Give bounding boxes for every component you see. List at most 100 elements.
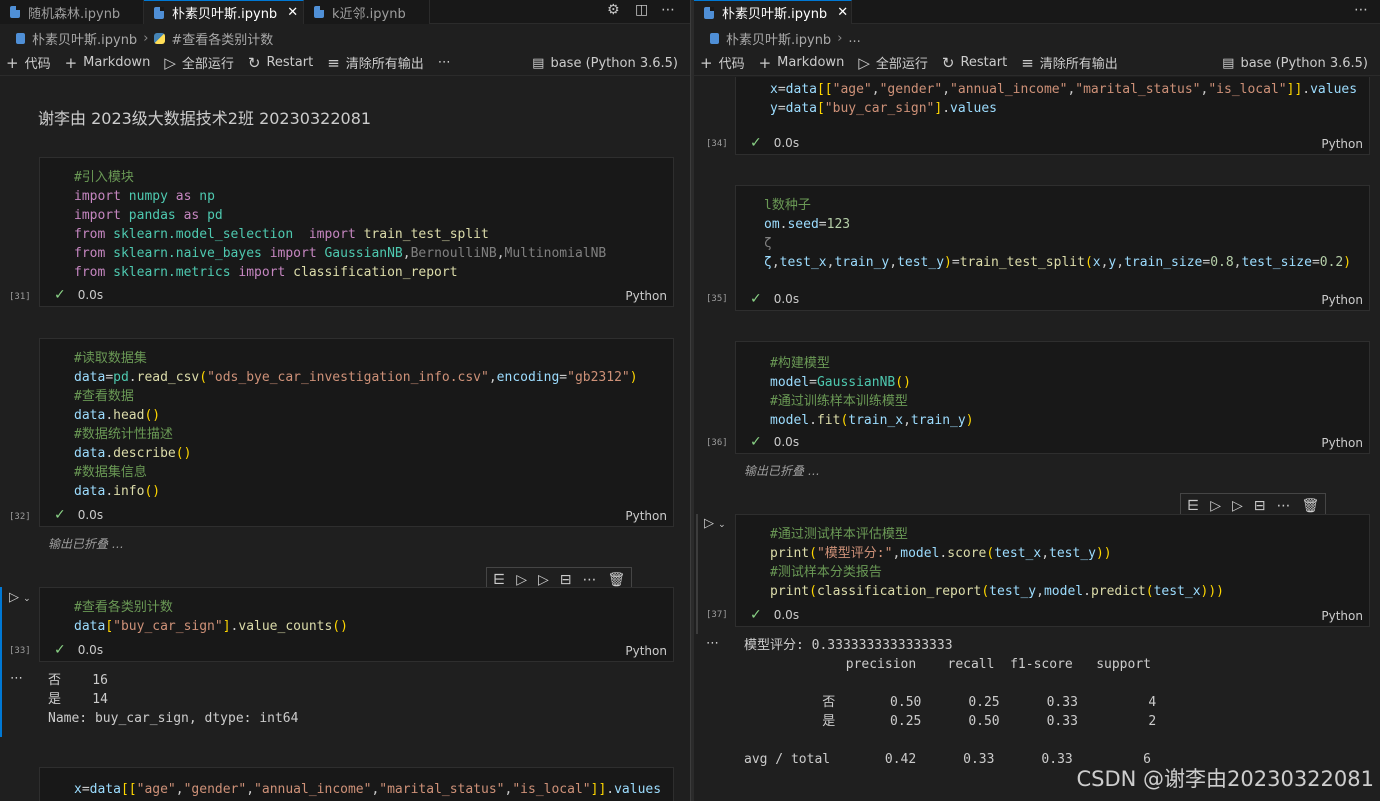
cell-language[interactable]: Python [1321,609,1363,623]
code-cell-37[interactable]: #通过测试样本评估模型 print("模型评分:",model.score(te… [735,514,1370,627]
cell-source[interactable]: #构建模型 model=GaussianNB() #通过训练样本训练模型 mod… [770,354,974,430]
execute-above-icon[interactable]: ▷ [1210,498,1221,514]
code-cell-33[interactable]: #查看各类别计数 data["buy_car_sign"].value_coun… [39,587,674,662]
more-actions-icon[interactable]: ⋯ [1354,2,1368,18]
split-cell-icon[interactable]: ⊟ [560,572,572,588]
more-actions-icon[interactable]: ⋯ [438,55,451,70]
cell-status: ✓ 0.0s [750,607,800,623]
run-cell-icon[interactable]: ▷ ⌄ [9,590,31,605]
restart-icon: ↻ [247,53,261,72]
cell-source[interactable]: #引入模块 import numpy as np import pandas a… [74,168,606,282]
kernel-picker[interactable]: ▤ base (Python 3.6.5) [532,50,678,76]
breadcrumb-file[interactable]: 朴素贝叶斯.ipynb [32,29,137,48]
plus-icon: + [758,53,772,72]
cell-source[interactable]: #读取数据集 data=pd.read_csv("ods_bye_car_inv… [74,349,638,501]
add-code-button[interactable]: + 代码 [700,53,745,73]
clear-outputs-button[interactable]: ≡ 清除所有输出 [327,53,424,73]
check-icon: ✓ [750,607,762,623]
run-by-line-icon[interactable]: ⋿ [1187,498,1199,514]
execution-count: [31] [9,292,31,302]
add-markdown-button[interactable]: + Markdown [759,54,845,72]
cell-language[interactable]: Python [1321,293,1363,307]
code-cell-35[interactable]: l数种子 om.seed=123 ζ ζ,test_x,train_y,test… [735,185,1370,311]
cell-language[interactable]: Python [1321,137,1363,151]
clear-outputs-button[interactable]: ≡ 清除所有输出 [1021,53,1118,73]
check-icon: ✓ [750,434,762,450]
code-cell-34-partial[interactable]: x=data[["age","gender","annual_income","… [39,767,674,801]
split-cell-icon[interactable]: ⊟ [1254,498,1266,514]
plus-icon: + [64,53,78,72]
code-cell-34[interactable]: x=data[["age","gender","annual_income","… [735,77,1370,155]
close-icon[interactable]: ✕ [837,5,848,20]
run-all-button[interactable]: ▷ 全部运行 [858,53,928,73]
split-editor-icon[interactable]: ◫ [635,2,648,18]
code-cell-32[interactable]: #读取数据集 data=pd.read_csv("ods_bye_car_inv… [39,338,674,527]
close-icon[interactable]: ✕ [287,5,298,20]
notebook-content: x=data[["age","gender","annual_income","… [694,77,1380,801]
watermark: CSDN @谢李由20230322081 [1076,767,1374,791]
run-by-line-icon[interactable]: ⋿ [493,572,505,588]
cell-language[interactable]: Python [1321,436,1363,450]
output-actions-icon[interactable]: ⋯ [706,636,719,651]
tab-knn[interactable]: k近邻.ipynb [304,0,430,24]
breadcrumb: 朴素贝叶斯.ipynb › ... [694,27,1380,49]
cell-source[interactable]: x=data[["age","gender","annual_income","… [74,780,661,799]
execute-below-icon[interactable]: ▷ [1232,498,1243,514]
execute-above-icon[interactable]: ▷ [516,572,527,588]
restart-button[interactable]: ↻ Restart [248,54,313,72]
run-cell-icon[interactable]: ▷ ⌄ [704,516,726,531]
output-collapsed-label[interactable]: 输出已折叠 … [48,535,124,552]
chevron-right-icon: › [143,30,149,46]
cell-source[interactable]: l数种子 om.seed=123 ζ ζ,test_x,train_y,test… [764,196,1351,272]
breadcrumb-section[interactable]: ... [848,31,860,46]
cell-language[interactable]: Python [625,644,667,658]
right-editor-pane: 朴素贝叶斯.ipynb ✕ ⋯ 朴素贝叶斯.ipynb › ... + 代码 + Ma… [694,0,1380,801]
more-actions-icon[interactable]: ⋯ [1277,498,1291,514]
cell-source[interactable]: #查看各类别计数 data["buy_car_sign"].value_coun… [74,598,348,636]
kernel-icon: ▤ [532,55,545,71]
clear-all-icon: ≡ [327,53,340,72]
cell-source[interactable]: #通过测试样本评估模型 print("模型评分:",model.score(te… [770,525,1224,601]
tab-random-forest[interactable]: 随机森林.ipynb [0,0,144,24]
cell-status: ✓ 0.0s [54,642,104,658]
code-cell-31[interactable]: #引入模块 import numpy as np import pandas a… [39,157,674,307]
code-cell-36[interactable]: #构建模型 model=GaussianNB() #通过训练样本训练模型 mod… [735,341,1370,454]
markdown-title: 谢李由 2023级大数据技术2班 20230322081 [38,109,372,128]
output-collapsed-label[interactable]: 输出已折叠 … [744,462,820,479]
output-actions-icon[interactable]: ⋯ [10,671,23,686]
breadcrumb-file[interactable]: 朴素贝叶斯.ipynb [726,29,831,48]
plus-icon: + [6,53,19,72]
notebook-file-icon [154,6,164,19]
execution-count: [34] [706,139,728,149]
gear-icon[interactable]: ⚙ [607,2,620,18]
cell-status: ✓ 0.0s [54,507,104,523]
more-actions-icon[interactable]: ⋯ [583,572,597,588]
check-icon: ✓ [750,291,762,307]
breadcrumb-section[interactable]: #查看各类别计数 [171,29,273,48]
delete-icon[interactable]: 🗑 [1302,498,1320,514]
execution-count: [36] [706,438,728,448]
kernel-picker[interactable]: ▤ base (Python 3.6.5) [1222,50,1368,76]
python-icon [154,32,166,44]
more-actions-icon[interactable]: ⋯ [661,2,675,18]
restart-button[interactable]: ↻ Restart [942,54,1007,72]
check-icon: ✓ [54,642,66,658]
cell-status: ✓ 0.0s [750,291,800,307]
tab-naive-bayes[interactable]: 朴素贝叶斯.ipynb ✕ [694,0,852,24]
check-icon: ✓ [54,507,66,523]
cell-source[interactable]: x=data[["age","gender","annual_income","… [770,80,1357,118]
restart-icon: ↻ [941,53,955,72]
cell-language[interactable]: Python [625,289,667,303]
add-markdown-button[interactable]: + Markdown [65,54,151,72]
left-tab-bar: 随机森林.ipynb 朴素贝叶斯.ipynb ✕ k近邻.ipynb ⚙ ◫ ⋯ [0,0,690,24]
tab-naive-bayes[interactable]: 朴素贝叶斯.ipynb ✕ [144,0,304,24]
plus-icon: + [700,53,713,72]
add-code-button[interactable]: + 代码 [6,53,51,73]
notebook-file-icon [704,6,714,19]
run-all-button[interactable]: ▷ 全部运行 [164,53,234,73]
execute-below-icon[interactable]: ▷ [538,572,549,588]
delete-icon[interactable]: 🗑 [608,572,626,588]
check-icon: ✓ [750,135,762,151]
clear-all-icon: ≡ [1021,53,1034,72]
cell-language[interactable]: Python [625,509,667,523]
